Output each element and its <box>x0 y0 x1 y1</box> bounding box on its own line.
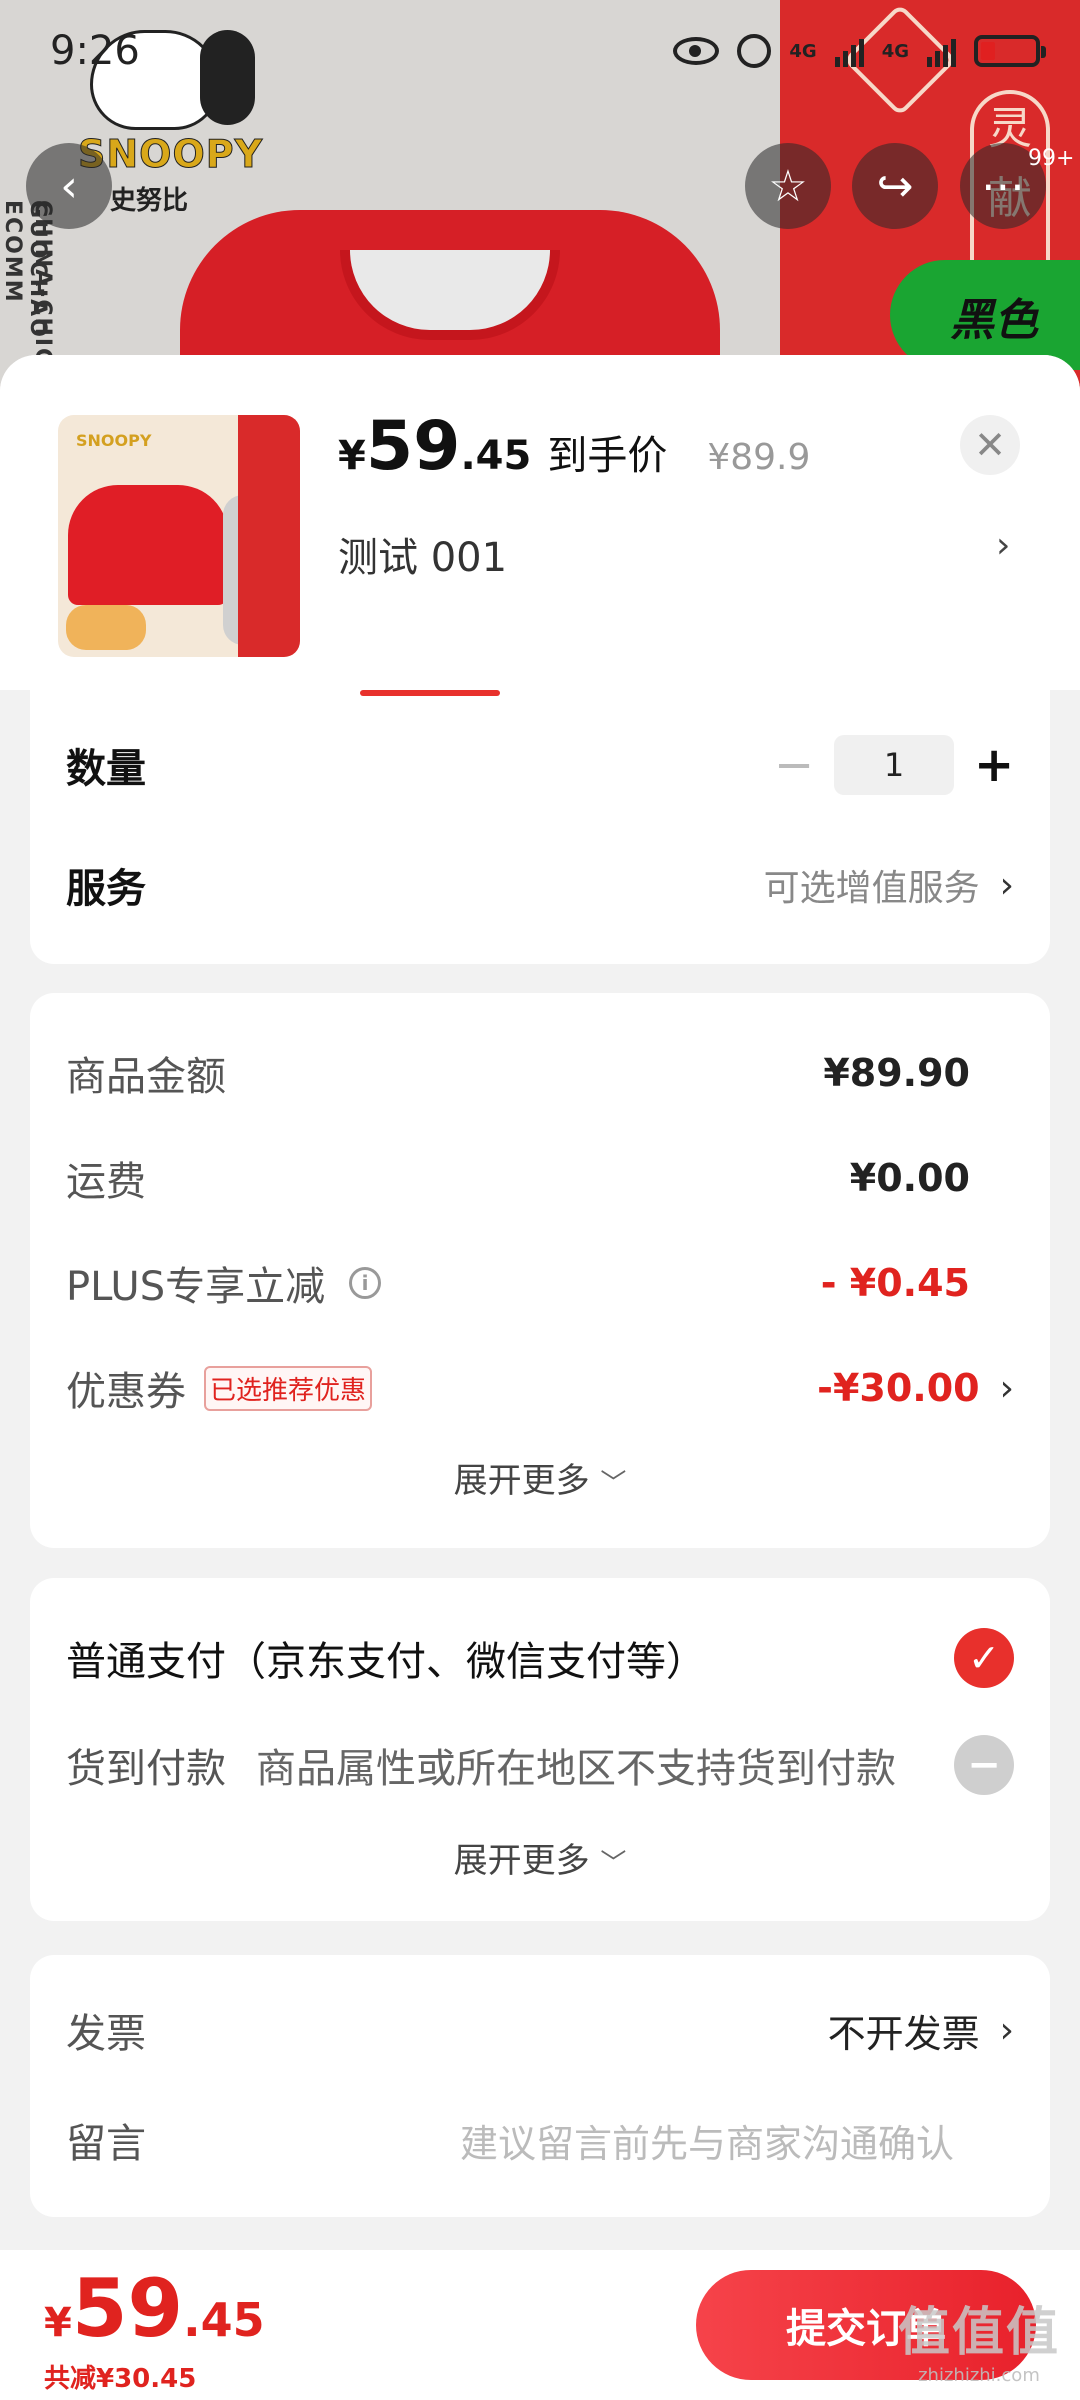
shipping-label: 运费 <box>66 1159 146 1205</box>
payment-card: 普通支付（京东支付、微信支付等） ✓ 货到付款 商品属性或所在地区不支持货到付款… <box>30 1578 1050 1921</box>
coupon-tag: 已选推荐优惠 <box>204 1365 373 1411</box>
status-time: 9:26 <box>50 28 140 74</box>
cod-label: 货到付款 <box>66 1746 226 1792</box>
quantity-row: 数量 − 1 + <box>66 730 1014 800</box>
star-icon: ☆ <box>768 160 808 212</box>
share-icon: ↪ <box>876 160 914 212</box>
watermark-url: zhizhizhi.com <box>918 2365 1040 2386</box>
price-currency: ¥ <box>338 433 366 479</box>
price-decimal: .45 <box>460 433 532 479</box>
shipping-value: ¥0.00 <box>849 1156 970 1200</box>
info-icon[interactable]: i <box>349 1267 382 1299</box>
service-label: 服务 <box>66 866 146 912</box>
chevron-right-icon: › <box>999 1367 1014 1409</box>
brand-logo-cn: 史努比 <box>110 186 189 216</box>
cod-note: 商品属性或所在地区不支持货到付款 <box>256 1746 896 1792</box>
network-4g-label-2: 4G <box>881 40 909 62</box>
color-tag-label: 黑色 <box>950 295 1038 346</box>
chevron-right-icon: › <box>999 2009 1014 2051</box>
favorite-button[interactable]: ☆ <box>745 143 831 229</box>
watermark-text: 值值值 <box>897 2303 1060 2363</box>
goods-amount-row: 商品金额 ¥89.90 <box>66 1043 1014 1103</box>
quantity-label: 数量 <box>66 746 146 792</box>
quantity-input[interactable]: 1 <box>834 735 954 795</box>
close-icon: ✕ <box>974 423 1006 467</box>
expand-more-label: 展开更多 <box>453 1461 590 1501</box>
expand-more-label: 展开更多 <box>453 1841 590 1881</box>
thumbnail-logo: SNOOPY <box>76 431 152 450</box>
chevron-right-icon: › <box>999 864 1014 906</box>
price-label: 到手价 <box>547 433 668 479</box>
normal-payment-row[interactable]: 普通支付（京东支付、微信支付等） ✓ <box>66 1623 1014 1693</box>
coupon-row[interactable]: 优惠券 已选推荐优惠 -¥30.00 › <box>66 1358 1014 1418</box>
cod-payment-row: 货到付款 商品属性或所在地区不支持货到付款 − <box>66 1730 1014 1800</box>
increase-button[interactable]: + <box>974 737 1014 793</box>
signal-icon <box>834 35 864 67</box>
disabled-icon: − <box>954 1735 1014 1795</box>
final-price: ¥ 59 .45 到手价 ¥89.9 <box>338 407 810 486</box>
original-price: ¥89.9 <box>707 437 811 478</box>
total-integer: 59 <box>71 2262 184 2355</box>
coupon-value: -¥30.00 <box>817 1366 980 1410</box>
scroll-indicator <box>360 690 500 696</box>
plus-discount-row: PLUS专享立减 i - ¥0.45 <box>66 1253 1014 1313</box>
product-thumbnail[interactable]: SNOOPY <box>58 415 300 657</box>
plus-discount-value: - ¥0.45 <box>820 1261 970 1305</box>
quantity-stepper: − 1 + <box>774 735 1014 795</box>
eye-icon <box>673 37 720 65</box>
chevron-right-icon[interactable]: › <box>996 525 1010 566</box>
notification-badge: 99+ <box>1028 146 1075 171</box>
chevron-down-icon: ﹀ <box>600 1469 627 1499</box>
total-price: ¥ 59 .45 <box>44 2262 265 2355</box>
signal-icon-2 <box>927 35 956 67</box>
total-currency: ¥ <box>44 2300 72 2346</box>
alarm-icon <box>737 34 772 68</box>
sku-selector[interactable]: 测试 001 <box>338 525 507 583</box>
more-icon: ⋯ <box>981 160 1025 212</box>
options-card: 数量 − 1 + 服务 可选增值服务 › <box>30 690 1050 964</box>
decrease-button[interactable]: − <box>774 737 814 793</box>
service-value: 可选增值服务 <box>763 868 980 909</box>
remark-row[interactable]: 留言 建议留言前先与商家沟通确认 <box>66 2105 1014 2175</box>
color-tag: 黑色 <box>890 260 1080 370</box>
close-button[interactable]: ✕ <box>960 415 1020 475</box>
order-sheet: SNOOPY ¥ 59 .45 到手价 ¥89.9 ✕ 测试 001 › 数量 … <box>0 355 1080 2400</box>
chevron-left-icon: ‹ <box>60 160 78 212</box>
goods-amount-value: ¥89.90 <box>823 1051 970 1095</box>
check-icon[interactable]: ✓ <box>954 1628 1014 1688</box>
remark-input[interactable]: 建议留言前先与商家沟通确认 <box>460 2113 954 2168</box>
service-row[interactable]: 服务 可选增值服务 › <box>66 850 1014 920</box>
remark-label: 留言 <box>66 2121 146 2167</box>
total-saved: 共减¥30.45 <box>44 2364 197 2394</box>
expand-more-button[interactable]: 展开更多 ﹀ <box>30 1453 1050 1502</box>
checkout-bar: ¥ 59 .45 共减¥30.45 提交订单 值值值 zhizhizhi.com <box>0 2250 1080 2400</box>
coupon-label: 优惠券 <box>66 1369 186 1415</box>
goods-amount-label: 商品金额 <box>66 1054 226 1100</box>
expand-more-button-2[interactable]: 展开更多 ﹀ <box>30 1833 1050 1882</box>
total-decimal: .45 <box>183 2293 265 2347</box>
shipping-row: 运费 ¥0.00 <box>66 1148 1014 1208</box>
normal-payment-label: 普通支付（京东支付、微信支付等） <box>66 1639 706 1685</box>
status-bar: 9:26 4G 4G <box>50 28 1046 88</box>
invoice-row[interactable]: 发票 不开发票 › <box>66 1995 1014 2065</box>
invoice-value: 不开发票 <box>827 2011 980 2056</box>
plus-discount-label: PLUS专享立减 <box>66 1264 326 1310</box>
back-button[interactable]: ‹ <box>26 143 112 229</box>
price-integer: 59 <box>365 407 461 486</box>
watermark: 值值值 zhizhizhi.com <box>898 2290 1060 2386</box>
product-summary: SNOOPY ¥ 59 .45 到手价 ¥89.9 ✕ 测试 001 › <box>0 355 1080 690</box>
invoice-label: 发票 <box>66 2011 146 2057</box>
chevron-down-icon: ﹀ <box>600 1849 627 1879</box>
extra-card: 发票 不开发票 › 留言 建议留言前先与商家沟通确认 <box>30 1955 1050 2217</box>
network-4g-label: 4G <box>789 40 817 62</box>
battery-icon <box>974 35 1046 67</box>
fees-card: 商品金额 ¥89.90 运费 ¥0.00 PLUS专享立减 i - ¥0.45 … <box>30 993 1050 1548</box>
share-button[interactable]: ↪ <box>852 143 938 229</box>
